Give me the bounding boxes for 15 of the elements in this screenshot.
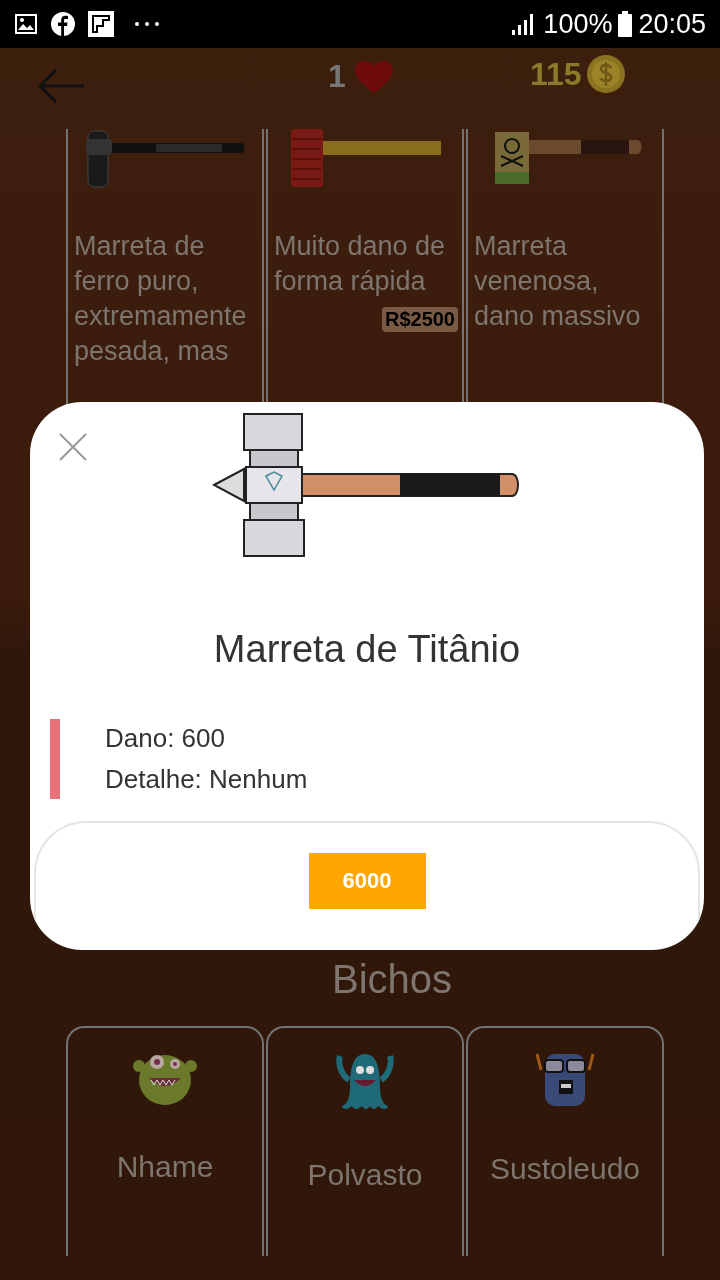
monster-name: Polvasto bbox=[307, 1158, 423, 1192]
monster-name: Sustoleudo bbox=[489, 1152, 641, 1186]
stat-text: Dano: 600 bbox=[105, 723, 226, 754]
monster-name: Nhame bbox=[116, 1150, 214, 1184]
lives-count: 1 bbox=[328, 58, 346, 95]
coin-count: 115 bbox=[530, 55, 582, 93]
section-title: Bichos bbox=[330, 956, 454, 1003]
item-title: Marreta de Titânio bbox=[213, 628, 521, 671]
item-description: Muito dano de forma rápida bbox=[274, 230, 447, 298]
item-price: R$2500 bbox=[381, 307, 458, 332]
clock: 20:05 bbox=[638, 8, 706, 40]
item-description: Marreta de ferro puro, extremamente pesada, mas bbox=[74, 230, 248, 368]
item-description: Marreta venenosa, dano massivo bbox=[474, 230, 642, 333]
stat-text: Detalhe: Nenhum bbox=[105, 764, 309, 795]
battery-percent: 100% bbox=[543, 8, 613, 40]
